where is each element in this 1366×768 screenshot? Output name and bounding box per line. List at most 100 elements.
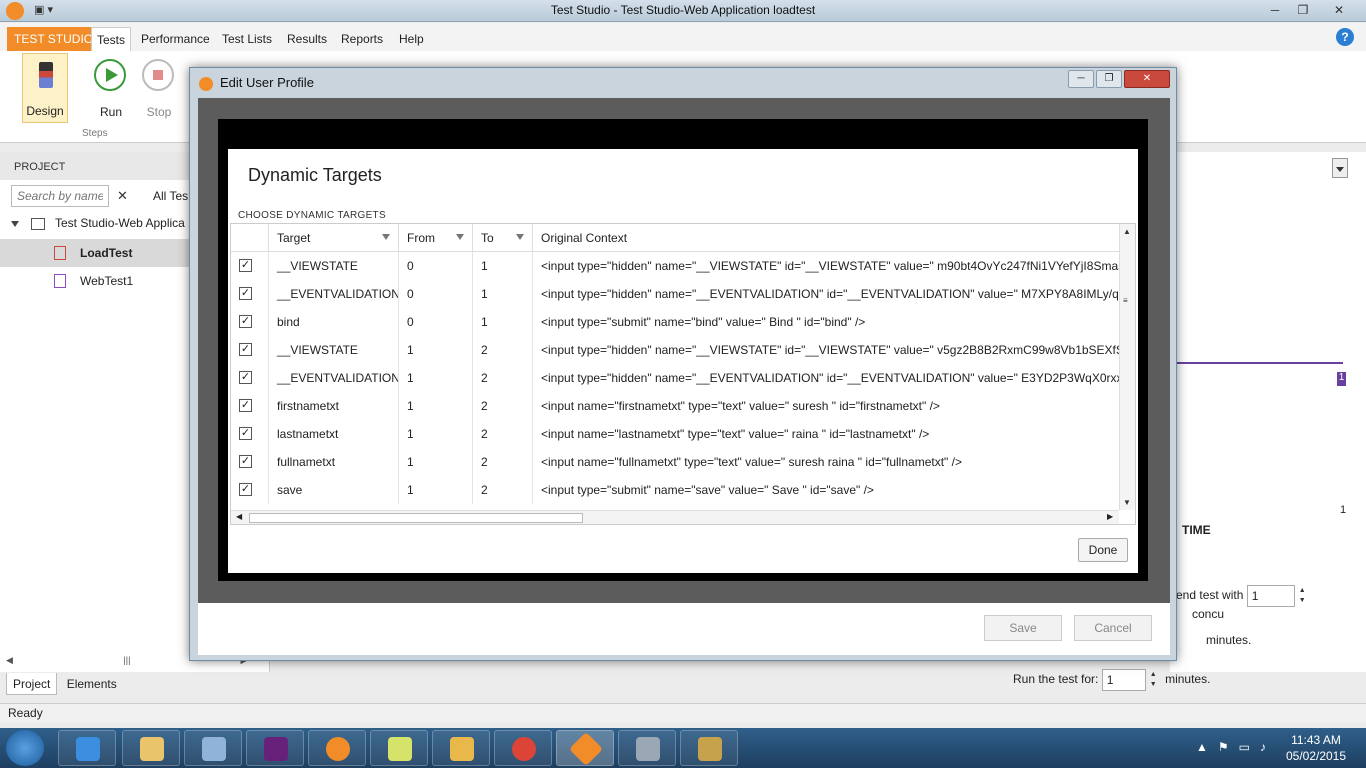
target-cell: bind — [269, 308, 399, 336]
column-original-context[interactable]: Original Context — [533, 224, 1119, 252]
column-to[interactable]: To — [473, 224, 533, 252]
stop-button[interactable]: Stop — [136, 53, 182, 123]
expand-arrow-icon[interactable] — [11, 221, 19, 227]
taskbar-app3[interactable] — [184, 730, 242, 766]
run-for-stepper[interactable]: 1 — [1101, 669, 1157, 691]
filter-icon[interactable] — [516, 234, 524, 240]
column-from[interactable]: From — [399, 224, 473, 252]
taskbar-app11[interactable] — [680, 730, 738, 766]
tab-elements[interactable]: Elements — [61, 673, 123, 695]
project-icon — [31, 217, 45, 230]
scroll-down-icon[interactable]: ▼ — [1123, 498, 1131, 507]
done-button[interactable]: Done — [1078, 538, 1128, 562]
taskbar-visual-studio[interactable] — [246, 730, 304, 766]
filter-icon[interactable] — [382, 234, 390, 240]
system-tray[interactable]: ▲ ⚑ ▭ ♪ — [1196, 740, 1266, 754]
row-checkbox[interactable]: ✓ — [239, 287, 252, 300]
column-label: Original Context — [541, 231, 628, 245]
menu-help[interactable]: Help — [394, 27, 429, 51]
taskbar-ie[interactable] — [58, 730, 116, 766]
from-cell: 1 — [399, 364, 473, 392]
cancel-button[interactable]: Cancel — [1074, 615, 1152, 641]
table-row[interactable]: ✓ bind 0 1 <input type="submit" name="bind" … — [231, 308, 1119, 336]
test-studio-icon — [569, 732, 603, 766]
table-row[interactable]: ✓ __VIEWSTATE 1 2 <input type="hidden" name=… — [231, 336, 1119, 364]
scroll-thumb[interactable] — [249, 513, 583, 523]
dialog-minimize-icon[interactable]: ─ — [1068, 70, 1094, 88]
row-checkbox[interactable]: ✓ — [239, 483, 252, 496]
concurrency-stepper[interactable]: 1 — [1246, 585, 1306, 607]
menu-test-studio[interactable]: TEST STUDIO — [7, 27, 101, 51]
tree-item-loadtest[interactable]: LoadTest — [0, 239, 190, 267]
minimize-icon[interactable]: ─ — [1262, 1, 1288, 19]
table-row[interactable]: ✓ fullnametxt 1 2 <input name="fullnametxt" … — [231, 448, 1119, 476]
search-input[interactable] — [11, 185, 109, 207]
save-button[interactable]: Save — [984, 615, 1062, 641]
table-row[interactable]: ✓ save 1 2 <input type="submit" name="save" … — [231, 476, 1119, 504]
horizontal-scrollbar[interactable]: ◀ ▶ — [231, 510, 1119, 524]
table-row[interactable]: ✓ __EVENTVALIDATION 1 2 <input type="hidden"… — [231, 364, 1119, 392]
dynamic-targets-subtitle: CHOOSE DYNAMIC TARGETS — [238, 210, 386, 221]
run-for-label: Run the test for: — [1013, 672, 1099, 687]
taskbar-test-studio[interactable] — [556, 730, 614, 766]
clear-search-icon[interactable]: ✕ — [117, 188, 128, 204]
design-button[interactable]: Design — [22, 53, 68, 123]
taskbar-chrome[interactable] — [494, 730, 552, 766]
filter-icon[interactable] — [456, 234, 464, 240]
taskbar-app6[interactable] — [370, 730, 428, 766]
all-tests-filter[interactable]: All Tes — [153, 189, 188, 203]
row-checkbox[interactable]: ✓ — [239, 399, 252, 412]
dropdown-icon[interactable] — [1332, 158, 1348, 178]
row-checkbox[interactable]: ✓ — [239, 455, 252, 468]
run-button[interactable]: Run — [88, 53, 134, 123]
taskbar-app7[interactable] — [432, 730, 490, 766]
scroll-up-icon[interactable]: ▲ — [1123, 227, 1131, 236]
tree-item-webtest1[interactable]: WebTest1 — [0, 267, 190, 295]
table-row[interactable]: ✓ __EVENTVALIDATION 0 1 <input type="hidden"… — [231, 280, 1119, 308]
dialog-close-icon[interactable]: ✕ — [1124, 70, 1170, 88]
design-icon — [39, 62, 53, 88]
target-cell: __EVENTVALIDATION — [269, 364, 399, 392]
dialog-maximize-icon[interactable]: ❐ — [1096, 70, 1122, 88]
row-checkbox[interactable]: ✓ — [239, 315, 252, 328]
menu-test-lists[interactable]: Test Lists — [217, 27, 277, 51]
scroll-grip-icon[interactable]: ≡ — [1123, 296, 1128, 305]
menu-reports[interactable]: Reports — [336, 27, 388, 51]
column-target[interactable]: Target — [269, 224, 399, 252]
clock[interactable]: 11:43 AM 05/02/2015 — [1276, 732, 1356, 764]
bottom-tabs: Project Elements — [6, 673, 123, 695]
project-root-node[interactable]: Test Studio-Web Applica — [11, 216, 185, 230]
taskbar-explorer[interactable] — [122, 730, 180, 766]
to-cell: 2 — [473, 448, 533, 476]
taskbar-app5[interactable] — [308, 730, 366, 766]
table-row[interactable]: ✓ lastnametxt 1 2 <input name="lastnametxt" … — [231, 420, 1119, 448]
target-cell: fullnametxt — [269, 448, 399, 476]
maximize-icon[interactable]: ❐ — [1290, 1, 1316, 19]
menu-tests[interactable]: Tests — [91, 27, 132, 51]
select-column-header — [231, 224, 269, 252]
context-cell: <input type="hidden" name="__VIEWSTATE" … — [541, 343, 1119, 357]
tab-project[interactable]: Project — [6, 673, 58, 695]
taskbar-app10[interactable] — [618, 730, 676, 766]
row-checkbox[interactable]: ✓ — [239, 259, 252, 272]
chart-marker: 1 — [1337, 372, 1346, 386]
row-checkbox[interactable]: ✓ — [239, 371, 252, 384]
help-icon[interactable]: ? — [1336, 28, 1354, 46]
select-cell: ✓ — [231, 420, 269, 448]
menu-performance[interactable]: Performance — [136, 27, 215, 51]
scroll-right-icon[interactable]: ▶ — [1107, 512, 1113, 521]
row-checkbox[interactable]: ✓ — [239, 427, 252, 440]
to-cell: 2 — [473, 420, 533, 448]
menu-results[interactable]: Results — [282, 27, 332, 51]
outlook-icon — [450, 737, 474, 761]
close-icon[interactable]: ✕ — [1326, 1, 1352, 19]
row-checkbox[interactable]: ✓ — [239, 343, 252, 356]
vertical-scrollbar[interactable]: ▲ ≡ ▼ — [1119, 224, 1135, 510]
tree-item-label: WebTest1 — [80, 274, 134, 288]
from-cell: 1 — [399, 476, 473, 504]
table-row[interactable]: ✓ firstnametxt 1 2 <input name="firstnametxt… — [231, 392, 1119, 420]
table-row[interactable]: ✓ __VIEWSTATE 0 1 <input type="hidden" name=… — [231, 252, 1119, 280]
from-cell: 0 — [399, 280, 473, 308]
start-button[interactable] — [6, 730, 44, 766]
scroll-left-icon[interactable]: ◀ — [236, 512, 242, 521]
